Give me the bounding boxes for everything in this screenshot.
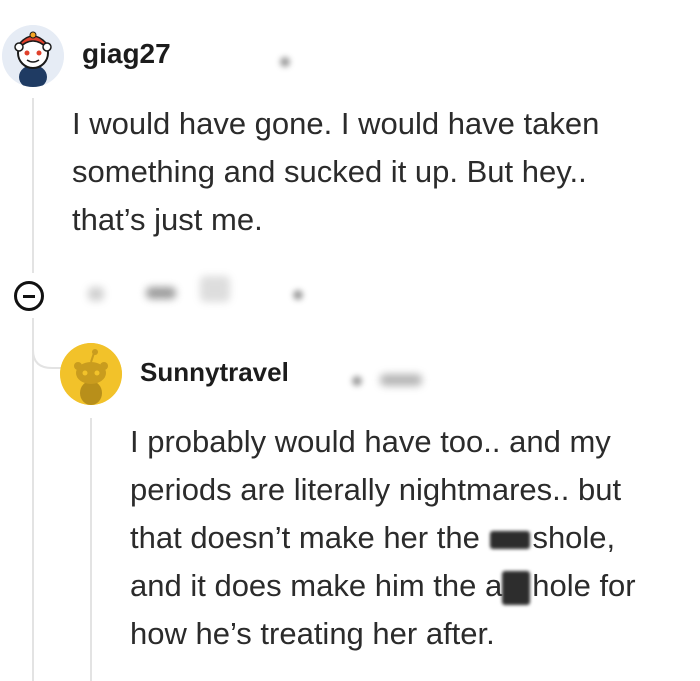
username[interactable]: Sunnytravel bbox=[140, 357, 289, 388]
comment-line: and it does make him the a bbox=[130, 568, 503, 603]
blurred-action bbox=[88, 287, 104, 301]
censor-block bbox=[490, 530, 531, 549]
snoo-avatar-icon bbox=[60, 343, 122, 405]
comment-line: I probably would have too.. and my bbox=[130, 424, 611, 459]
comment-body: I would have gone. I would have taken so… bbox=[72, 100, 672, 244]
comment-line: something and sucked it up. But hey.. bbox=[72, 154, 587, 189]
comment-line: I would have gone. I would have taken bbox=[72, 106, 600, 141]
comment-line: hole for bbox=[532, 568, 636, 603]
censor-block bbox=[502, 570, 531, 605]
comment-line: shole, bbox=[532, 520, 616, 555]
thread-line-reply bbox=[90, 418, 92, 681]
blurred-action bbox=[200, 276, 230, 302]
comment-line: that doesn’t make her the bbox=[130, 520, 489, 555]
blurred-action bbox=[146, 287, 176, 299]
username[interactable]: giag27 bbox=[82, 38, 171, 70]
award-blurred bbox=[380, 374, 422, 386]
minus-circle-icon bbox=[23, 295, 35, 298]
thread-line-main bbox=[32, 98, 34, 273]
blurred-action bbox=[293, 290, 303, 300]
timestamp-blurred bbox=[352, 376, 362, 386]
comment-line: periods are literally nightmares.. but bbox=[130, 472, 622, 507]
avatar[interactable] bbox=[2, 25, 64, 87]
collapse-button[interactable] bbox=[14, 281, 44, 311]
comment-line: how he’s treating her after. bbox=[130, 616, 495, 651]
timestamp-blurred bbox=[280, 57, 290, 67]
comment-body: I probably would have too.. and my perio… bbox=[130, 418, 700, 658]
avatar[interactable] bbox=[60, 343, 122, 405]
comment-line: that’s just me. bbox=[72, 202, 263, 237]
snoo-avatar-icon bbox=[2, 25, 64, 87]
